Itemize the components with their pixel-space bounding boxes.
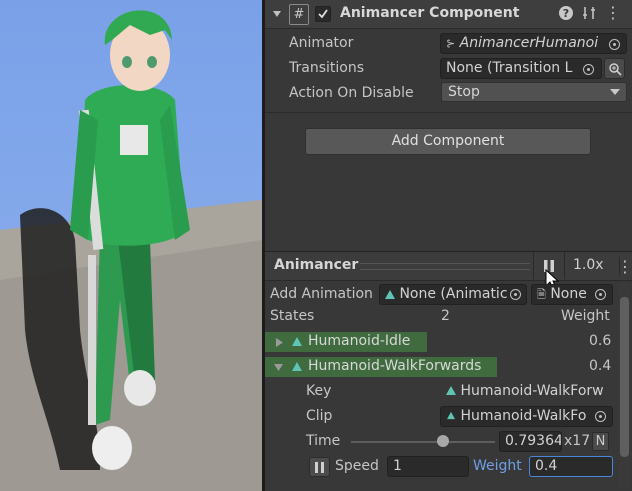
- add-animation-value-2: None: [550, 286, 587, 302]
- character-model: [20, 10, 190, 471]
- time-slider-track: [351, 441, 495, 443]
- document-icon: 🗎: [537, 288, 546, 301]
- scene-view[interactable]: [0, 0, 262, 491]
- animation-clip-icon: [292, 362, 302, 371]
- animation-clip-icon: [447, 411, 455, 420]
- chevron-down-icon: [610, 88, 620, 96]
- add-animation-picker-icon[interactable]: [510, 289, 521, 300]
- speed-label: Speed: [335, 458, 379, 474]
- animation-clip-icon: [292, 337, 302, 346]
- foldout-arrow-icon[interactable]: [271, 6, 283, 22]
- scrollbar-thumb[interactable]: [620, 297, 629, 457]
- clip-value: Humanoid-WalkFo: [460, 408, 587, 424]
- inspector-panel: # Animancer Component ? ⋮ Animator ⊱ Ani…: [265, 0, 632, 491]
- weight-label: Weight: [473, 458, 522, 474]
- context-menu-icon[interactable]: ⋮: [605, 5, 621, 21]
- key-field[interactable]: Humanoid-WalkForw: [440, 381, 613, 402]
- vertical-scrollbar[interactable]: [619, 283, 630, 488]
- time-slider[interactable]: [351, 435, 495, 447]
- animator-object-picker-icon[interactable]: [609, 39, 620, 50]
- add-animation-picker-icon-2[interactable]: [595, 289, 606, 300]
- states-label: States: [270, 308, 315, 324]
- weight-value: 0.4: [535, 458, 558, 474]
- action-on-disable-label: Action On Disable: [289, 85, 414, 101]
- script-hash-icon: #: [289, 4, 309, 25]
- panel-menu-icon[interactable]: ⋮: [617, 257, 632, 276]
- animancer-panel-header: Animancer 1.0x ⋮: [265, 251, 632, 281]
- preset-icon[interactable]: [581, 5, 597, 21]
- enable-checkbox[interactable]: [315, 6, 331, 22]
- key-label: Key: [306, 383, 332, 399]
- time-slider-thumb[interactable]: [437, 435, 450, 447]
- add-component-button[interactable]: Add Component: [305, 128, 591, 155]
- time-frame-suffix: x17: [564, 433, 591, 449]
- component-title: Animancer Component: [340, 5, 520, 21]
- clip-field[interactable]: Humanoid-WalkFo: [440, 406, 613, 427]
- speed-display[interactable]: 1.0x: [573, 257, 604, 273]
- time-value: 0.79364: [505, 433, 562, 449]
- weight-header: Weight: [561, 308, 610, 324]
- speed-field[interactable]: 1: [387, 456, 469, 477]
- transitions-label: Transitions: [289, 60, 364, 76]
- animation-clip-icon: [446, 386, 456, 395]
- transitions-object-picker-icon[interactable]: [583, 64, 594, 75]
- weight-field[interactable]: 0.4: [529, 456, 613, 477]
- animator-label: Animator: [289, 35, 354, 51]
- time-field[interactable]: 0.79364: [499, 431, 562, 452]
- add-animation-label: Add Animation: [270, 286, 373, 302]
- state-weight: 0.4: [589, 358, 612, 374]
- divider: [265, 112, 632, 113]
- key-value: Humanoid-WalkForw: [460, 383, 604, 399]
- animator-field[interactable]: ⊱ AnimancerHumanoi: [440, 33, 627, 54]
- add-animation-value: None (Animatic: [399, 286, 508, 302]
- component-header[interactable]: # Animancer Component ? ⋮: [265, 0, 632, 29]
- clip-picker-icon[interactable]: [595, 411, 606, 422]
- animator-reference-icon: ⊱: [446, 37, 456, 50]
- state-row-idle[interactable]: Humanoid-Idle 0.6: [265, 332, 615, 352]
- states-count: 2: [441, 308, 450, 324]
- action-on-disable-dropdown[interactable]: Stop: [441, 82, 627, 102]
- magnifier-icon[interactable]: [604, 58, 625, 79]
- drag-handle[interactable]: [360, 263, 530, 270]
- animancer-title: Animancer: [274, 257, 359, 273]
- help-icon[interactable]: ?: [559, 6, 573, 20]
- time-label: Time: [306, 433, 341, 449]
- normalized-toggle[interactable]: N: [592, 432, 609, 451]
- state-pause-button[interactable]: [309, 457, 330, 477]
- state-row-walkforwards[interactable]: Humanoid-WalkForwards 0.4: [265, 357, 615, 377]
- animation-clip-icon: [385, 289, 395, 299]
- expand-arrow-icon[interactable]: [275, 337, 283, 347]
- state-name: Humanoid-Idle: [308, 333, 411, 349]
- clip-label: Clip: [306, 408, 333, 424]
- animator-value: AnimancerHumanoi: [459, 35, 599, 51]
- transitions-field[interactable]: None (Transition L: [440, 58, 602, 79]
- transitions-value: None (Transition L: [446, 60, 573, 76]
- state-name: Humanoid-WalkForwards: [308, 358, 482, 374]
- state-weight: 0.6: [589, 333, 612, 349]
- add-animation-field[interactable]: None (Animatic: [379, 284, 527, 305]
- collapse-arrow-icon[interactable]: [273, 363, 283, 371]
- speed-value: 1: [393, 458, 402, 474]
- action-on-disable-value: Stop: [448, 84, 480, 100]
